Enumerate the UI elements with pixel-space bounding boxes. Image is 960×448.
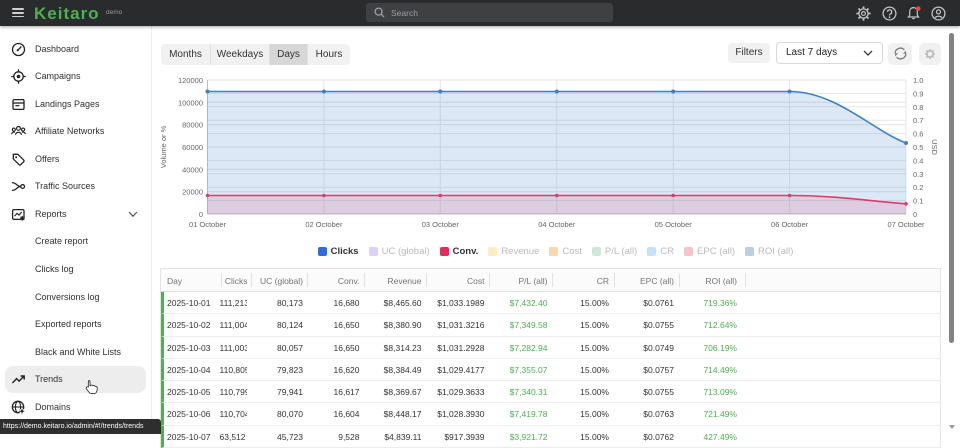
- svg-text:Volume or %: Volume or %: [159, 125, 168, 168]
- svg-text:06 October: 06 October: [771, 220, 809, 229]
- svg-text:0.2: 0.2: [913, 183, 923, 192]
- svg-text:04 October: 04 October: [538, 220, 576, 229]
- svg-text:0.6: 0.6: [913, 130, 923, 139]
- svg-text:05 October: 05 October: [655, 220, 693, 229]
- svg-text:0.1: 0.1: [913, 197, 923, 206]
- svg-text:0.3: 0.3: [913, 170, 923, 179]
- svg-text:1.0: 1.0: [913, 76, 923, 85]
- svg-text:120000: 120000: [178, 76, 203, 85]
- svg-text:20000: 20000: [182, 188, 203, 197]
- svg-text:07 October: 07 October: [887, 220, 925, 229]
- svg-text:03 October: 03 October: [422, 220, 460, 229]
- svg-text:0.8: 0.8: [913, 103, 923, 112]
- svg-text:60000: 60000: [182, 143, 203, 152]
- svg-text:0: 0: [199, 210, 203, 219]
- svg-text:0: 0: [913, 210, 917, 219]
- svg-text:40000: 40000: [182, 165, 203, 174]
- svg-text:0.4: 0.4: [913, 156, 923, 165]
- svg-text:0.5: 0.5: [913, 143, 923, 152]
- svg-text:02 October: 02 October: [305, 220, 343, 229]
- svg-text:0.9: 0.9: [913, 89, 923, 98]
- svg-text:0.7: 0.7: [913, 116, 923, 125]
- svg-text:80000: 80000: [182, 121, 203, 130]
- svg-text:USD: USD: [930, 139, 939, 155]
- svg-text:100000: 100000: [178, 98, 203, 107]
- svg-text:01 October: 01 October: [189, 220, 227, 229]
